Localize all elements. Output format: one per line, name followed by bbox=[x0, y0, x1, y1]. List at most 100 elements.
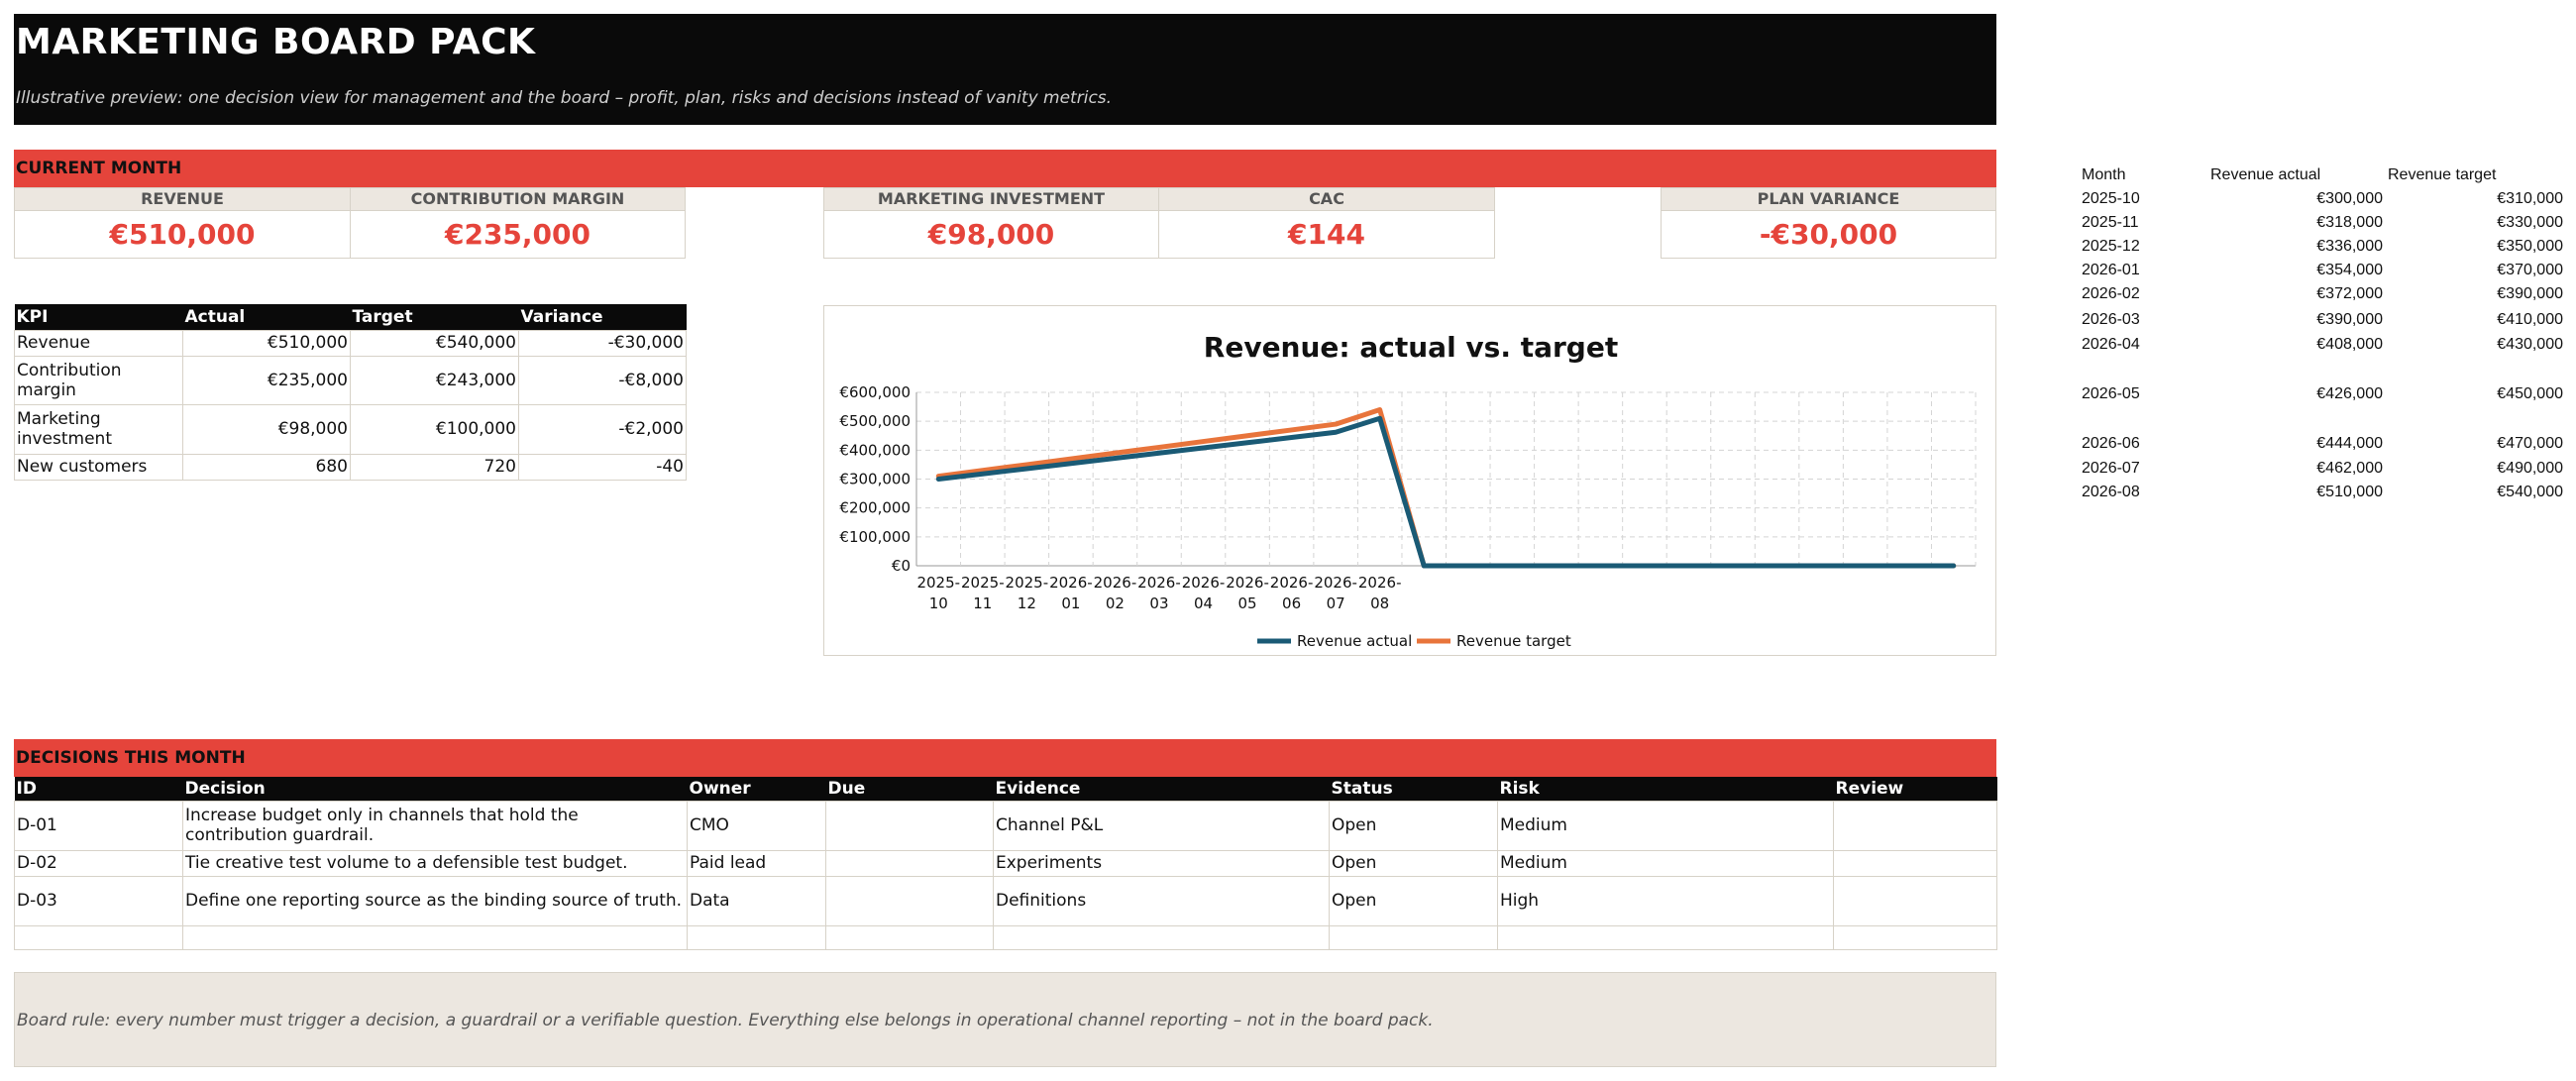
table-row: D-03 Define one reporting source as the … bbox=[14, 875, 1997, 926]
table-cell[interactable]: D-03 bbox=[14, 875, 183, 926]
table-cell[interactable]: -40 bbox=[518, 453, 687, 481]
side-cell-month: 2026-01 bbox=[2082, 262, 2140, 278]
column-header[interactable]: KPI bbox=[14, 304, 183, 330]
x-tick-label: 2026-06 bbox=[1270, 574, 1314, 612]
table-cell[interactable]: Experiments bbox=[993, 849, 1330, 877]
table-cell[interactable]: Define one reporting source as the bindi… bbox=[182, 875, 688, 926]
table-cell[interactable] bbox=[182, 924, 688, 950]
revenue-chart[interactable]: Revenue: actual vs. target €0 €100,000 €20… bbox=[823, 305, 1996, 656]
y-tick-label: €400,000 bbox=[839, 441, 911, 459]
kpi-card-cac[interactable]: CAC €144 bbox=[1158, 187, 1495, 259]
table-cell[interactable]: High bbox=[1497, 875, 1834, 926]
table-cell[interactable] bbox=[825, 849, 994, 877]
table-cell[interactable]: Open bbox=[1329, 849, 1498, 877]
table-row: New customers 680 720 -40 bbox=[14, 453, 687, 481]
table-cell[interactable]: Medium bbox=[1497, 849, 1834, 877]
column-header[interactable]: Owner bbox=[687, 777, 826, 801]
table-cell[interactable]: Data bbox=[687, 875, 826, 926]
side-cell-month: 2026-03 bbox=[2082, 311, 2140, 328]
table-cell[interactable] bbox=[1833, 924, 1997, 950]
table-cell[interactable]: €243,000 bbox=[350, 355, 519, 405]
x-tick-label: 2026-07 bbox=[1314, 574, 1357, 612]
table-cell[interactable]: Revenue bbox=[14, 329, 183, 357]
y-tick-label: €200,000 bbox=[839, 499, 911, 517]
table-cell[interactable]: Contribution margin bbox=[14, 355, 183, 405]
side-cell-target: €540,000 bbox=[2497, 484, 2563, 500]
table-cell[interactable] bbox=[825, 875, 994, 926]
table-cell[interactable] bbox=[1497, 924, 1834, 950]
table-cell[interactable]: €100,000 bbox=[350, 403, 519, 455]
side-header-month: Month bbox=[2082, 166, 2126, 183]
column-header[interactable]: Target bbox=[350, 304, 519, 330]
chart-grid bbox=[915, 391, 1977, 567]
side-cell-target: €390,000 bbox=[2497, 285, 2563, 302]
table-cell[interactable]: 680 bbox=[182, 453, 351, 481]
chart-y-axis: €0 €100,000 €200,000 €300,000 €400,000 €500,0… bbox=[839, 383, 911, 575]
table-cell[interactable] bbox=[1833, 849, 1997, 877]
table-cell[interactable]: New customers bbox=[14, 453, 183, 481]
table-cell[interactable] bbox=[14, 924, 183, 950]
column-header[interactable]: Variance bbox=[518, 304, 687, 330]
side-cell-actual: €444,000 bbox=[2316, 435, 2383, 452]
column-header[interactable]: Decision bbox=[182, 777, 688, 801]
table-cell[interactable]: €235,000 bbox=[182, 355, 351, 405]
side-data-table: Month Revenue actual Revenue target 2025… bbox=[2082, 166, 2567, 503]
table-cell[interactable]: Channel P&L bbox=[993, 800, 1330, 851]
table-cell[interactable] bbox=[1833, 875, 1997, 926]
kpi-card-plan-variance[interactable]: PLAN VARIANCE -€30,000 bbox=[1661, 187, 1996, 259]
column-header[interactable]: Risk bbox=[1497, 777, 1834, 801]
table-cell[interactable]: Marketing investment bbox=[14, 403, 183, 455]
table-cell[interactable]: Paid lead bbox=[687, 849, 826, 877]
table-cell[interactable]: D-01 bbox=[14, 800, 183, 851]
kpi-card-marketing-investment[interactable]: MARKETING INVESTMENT €98,000 bbox=[823, 187, 1159, 259]
column-header[interactable]: Status bbox=[1329, 777, 1498, 801]
side-cell-target: €450,000 bbox=[2497, 385, 2563, 402]
kpi-card-revenue[interactable]: REVENUE €510,000 bbox=[14, 187, 351, 259]
side-cell-actual: €318,000 bbox=[2316, 214, 2383, 231]
table-cell[interactable]: D-02 bbox=[14, 849, 183, 877]
table-cell[interactable]: -€8,000 bbox=[518, 355, 687, 405]
kpi-card-contribution-margin[interactable]: CONTRIBUTION MARGIN €235,000 bbox=[350, 187, 686, 259]
table-cell[interactable]: Open bbox=[1329, 800, 1498, 851]
table-cell[interactable] bbox=[687, 924, 826, 950]
table-cell[interactable]: Medium bbox=[1497, 800, 1834, 851]
side-header-target: Revenue target bbox=[2388, 166, 2497, 183]
kpi-card-label: MARKETING INVESTMENT bbox=[824, 188, 1158, 211]
x-tick-label: 2025-10 bbox=[916, 574, 960, 612]
side-cell-actual: €336,000 bbox=[2316, 238, 2383, 255]
x-tick-label: 2026-01 bbox=[1049, 574, 1093, 612]
table-cell[interactable]: Increase budget only in channels that ho… bbox=[182, 800, 688, 851]
side-cell-month: 2026-02 bbox=[2082, 285, 2140, 302]
chart-legend: Revenue actual Revenue target bbox=[1257, 632, 1571, 650]
table-cell[interactable] bbox=[825, 924, 994, 950]
kpi-card-label: PLAN VARIANCE bbox=[1662, 188, 1995, 211]
table-cell[interactable] bbox=[825, 800, 994, 851]
y-tick-label: €600,000 bbox=[839, 383, 911, 401]
table-cell[interactable]: Definitions bbox=[993, 875, 1330, 926]
table-cell[interactable]: -€30,000 bbox=[518, 329, 687, 357]
table-cell[interactable]: CMO bbox=[687, 800, 826, 851]
side-cell-month: 2025-11 bbox=[2082, 214, 2139, 231]
x-tick-label: 2026-02 bbox=[1094, 574, 1137, 612]
table-cell[interactable] bbox=[1833, 800, 1997, 851]
table-cell[interactable]: -€2,000 bbox=[518, 403, 687, 455]
column-header[interactable]: Actual bbox=[182, 304, 351, 330]
chart-x-axis: 2025-102025-112025-122026-012026-022026-… bbox=[916, 574, 1401, 612]
y-tick-label: €500,000 bbox=[839, 412, 911, 430]
table-cell[interactable]: €510,000 bbox=[182, 329, 351, 357]
table-cell[interactable]: €540,000 bbox=[350, 329, 519, 357]
table-cell[interactable] bbox=[1329, 924, 1498, 950]
column-header[interactable]: Review bbox=[1833, 777, 1997, 801]
table-cell[interactable]: Open bbox=[1329, 875, 1498, 926]
x-tick-label: 2026-05 bbox=[1226, 574, 1269, 612]
column-header[interactable]: ID bbox=[14, 777, 183, 801]
table-cell[interactable]: 720 bbox=[350, 453, 519, 481]
table-cell[interactable]: Tie creative test volume to a defensible… bbox=[182, 849, 688, 877]
legend-label: Revenue actual bbox=[1297, 632, 1412, 650]
side-cell-month: 2025-12 bbox=[2082, 238, 2140, 255]
column-header[interactable]: Due bbox=[825, 777, 994, 801]
chart-title: Revenue: actual vs. target bbox=[1204, 331, 1618, 364]
column-header[interactable]: Evidence bbox=[993, 777, 1330, 801]
table-cell[interactable]: €98,000 bbox=[182, 403, 351, 455]
table-cell[interactable] bbox=[993, 924, 1330, 950]
